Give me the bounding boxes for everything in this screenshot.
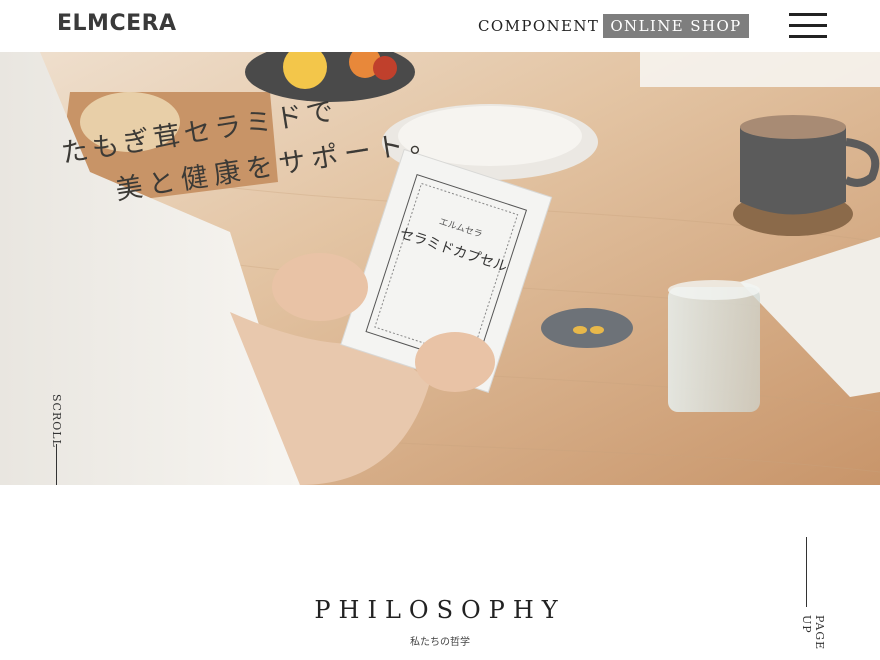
- scroll-line: [56, 444, 57, 485]
- right-hand: [415, 332, 495, 392]
- site-logo[interactable]: ELMCERA: [57, 11, 177, 36]
- hamburger-bar: [789, 35, 827, 38]
- philosophy-subtitle: 私たちの哲学: [410, 637, 470, 648]
- hamburger-bar: [789, 24, 827, 27]
- philosophy-title: PHILOSOPHY: [314, 596, 566, 624]
- coffee-cup: [740, 127, 846, 215]
- capsule-dish: [541, 308, 633, 348]
- philosophy-section: PHILOSOPHY 私たちの哲学 PAGE UP: [0, 485, 880, 660]
- scroll-label[interactable]: SCROLL: [50, 394, 63, 448]
- online-shop-button[interactable]: ONLINE SHOP: [603, 14, 749, 38]
- hamburger-menu-icon[interactable]: [789, 13, 827, 39]
- page-up-line: [806, 537, 807, 607]
- hero-photo: エルムセラ セラミドカプセル: [0, 52, 880, 485]
- page-up-link[interactable]: PAGE UP: [800, 615, 826, 660]
- hero-section: エルムセラ セラミドカプセル たもぎ茸セラミドで 美と健康をサポート。 SCRO…: [0, 52, 880, 485]
- nav-component-link[interactable]: COMPONENT: [478, 17, 599, 35]
- left-hand: [272, 253, 368, 321]
- site-header: ELMCERA COMPONENT ONLINE SHOP: [0, 0, 880, 52]
- water-glass: [668, 287, 760, 412]
- hamburger-bar: [789, 13, 827, 16]
